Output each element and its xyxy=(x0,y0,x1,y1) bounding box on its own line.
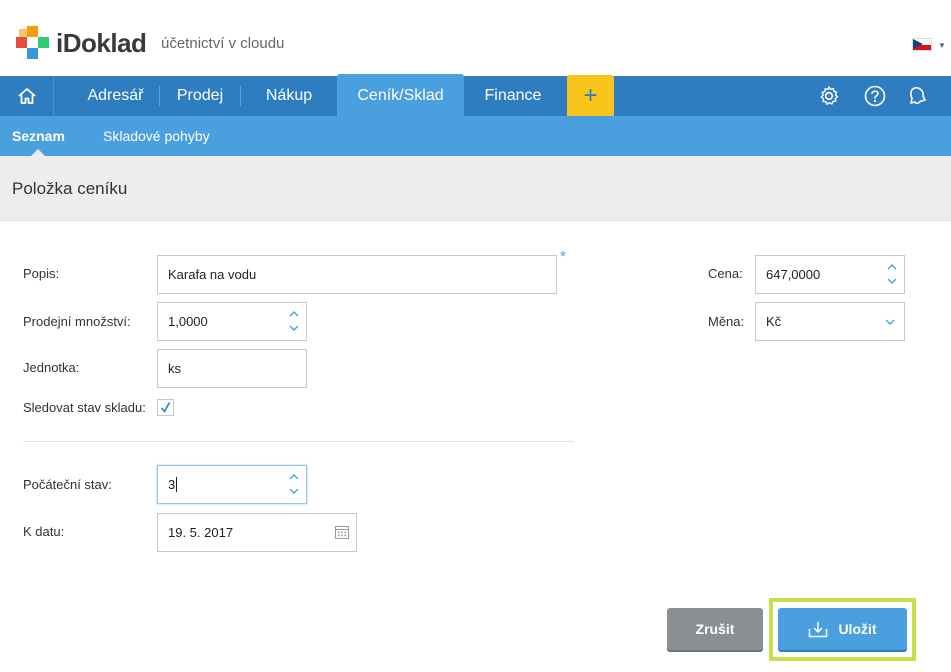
sledovat-stav-checkbox[interactable] xyxy=(157,399,174,416)
subnav-item-skladove-pohyby[interactable]: Skladové pohyby xyxy=(103,116,210,156)
active-tab-indicator xyxy=(31,149,45,156)
cena-label: Cena: xyxy=(708,266,743,281)
nav-home[interactable] xyxy=(0,76,54,116)
settings-gear-icon[interactable] xyxy=(818,85,840,107)
prodejni-mnozstvi-input[interactable]: 1,0000 xyxy=(157,302,307,341)
jednotka-label: Jednotka: xyxy=(23,360,80,375)
chevron-down-icon[interactable] xyxy=(886,275,898,287)
mena-label: Měna: xyxy=(708,314,745,329)
k-datu-input[interactable]: 19. 5. 2017 xyxy=(157,513,357,552)
cena-stepper[interactable] xyxy=(886,261,898,289)
pocatecni-stav-value: 3 xyxy=(168,477,176,492)
chevron-up-icon[interactable] xyxy=(288,308,300,320)
jednotka-input[interactable]: ks xyxy=(157,349,307,388)
cancel-button[interactable]: Zrušit xyxy=(667,608,763,650)
czech-flag-icon[interactable] xyxy=(912,38,932,51)
save-button-label: Uložit xyxy=(838,621,877,637)
nav-item-cenik-sklad[interactable]: Ceník/Sklad xyxy=(337,74,464,116)
pocatecni-stav-stepper[interactable] xyxy=(288,471,300,499)
k-datu-label: K datu: xyxy=(23,524,65,539)
sledovat-stav-label: Sledovat stav skladu: xyxy=(23,400,146,415)
pocatecni-stav-label: Počáteční stav: xyxy=(23,477,112,492)
brand-tagline: účetnictví v cloudu xyxy=(161,35,285,52)
prodejni-mnozstvi-label: Prodejní množství: xyxy=(23,314,131,329)
nav-item-adresar[interactable]: Adresář xyxy=(55,76,176,116)
calendar-icon[interactable] xyxy=(334,524,350,540)
save-button[interactable]: Uložit xyxy=(778,608,907,650)
form-divider xyxy=(23,441,574,442)
quick-add-button[interactable]: + xyxy=(567,75,614,116)
home-icon xyxy=(17,88,36,104)
required-marker: * xyxy=(560,248,566,265)
prodejni-mnozstvi-stepper[interactable] xyxy=(288,308,300,336)
nav-item-nakup[interactable]: Nákup xyxy=(241,76,337,116)
language-dropdown-caret-icon[interactable]: ▼ xyxy=(938,41,946,50)
mena-value: Kč xyxy=(766,314,782,329)
download-save-icon xyxy=(809,622,828,638)
k-datu-value: 19. 5. 2017 xyxy=(168,525,234,540)
page-header: Položka ceníku xyxy=(0,156,951,221)
chevron-down-icon[interactable] xyxy=(288,322,300,334)
popis-input[interactable]: Karafa na vodu xyxy=(157,255,557,294)
brand-name[interactable]: iDoklad xyxy=(56,28,147,59)
page-title: Položka ceníku xyxy=(12,179,128,198)
nav-item-finance[interactable]: Finance xyxy=(464,76,562,116)
chevron-up-icon[interactable] xyxy=(886,261,898,273)
nav-item-prodej[interactable]: Prodej xyxy=(160,76,240,116)
popis-label: Popis: xyxy=(23,266,60,281)
top-header: iDoklad účetnictví v cloudu ▼ xyxy=(0,0,951,76)
idoklad-logo-icon[interactable] xyxy=(16,26,50,60)
chevron-up-icon[interactable] xyxy=(288,471,300,483)
help-question-icon[interactable] xyxy=(864,85,886,107)
prodejni-mnozstvi-value: 1,0000 xyxy=(168,314,208,329)
sub-navigation: Seznam Skladové pohyby xyxy=(0,116,951,156)
cena-value: 647,0000 xyxy=(766,267,821,282)
chevron-down-icon[interactable] xyxy=(288,485,300,497)
notifications-bell-icon[interactable] xyxy=(907,85,929,107)
pocatecni-stav-input[interactable]: 3 xyxy=(157,465,307,504)
mena-select[interactable]: Kč xyxy=(755,302,905,341)
cena-input[interactable]: 647,0000 xyxy=(755,255,905,294)
checkmark-icon xyxy=(160,402,171,413)
main-navigation: Adresář Prodej Nákup Ceník/Sklad Finance… xyxy=(0,74,951,116)
chevron-down-icon[interactable] xyxy=(884,316,896,328)
